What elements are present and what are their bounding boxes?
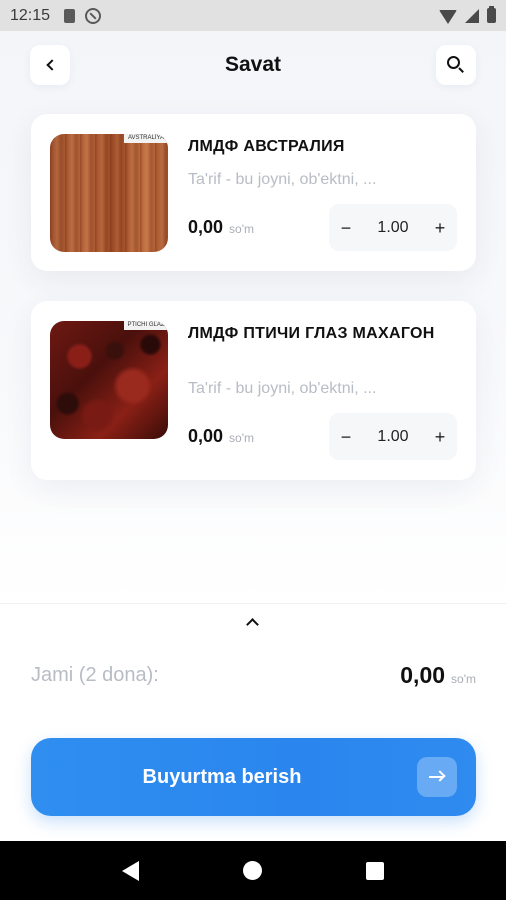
place-order-label: Buyurtma berish: [142, 765, 302, 788]
search-icon: [447, 56, 465, 74]
signal-icon: [465, 8, 479, 23]
price-row: 0,00 so'm: [188, 217, 254, 238]
total-label: Jami (2 dona):: [31, 664, 159, 686]
search-button[interactable]: [436, 45, 476, 85]
decrease-quantity-button[interactable]: −: [335, 426, 357, 448]
product-image[interactable]: AVSTRALIYA: [50, 134, 168, 252]
do-not-disturb-icon: [85, 7, 102, 24]
product-description: Ta'rif - bu joyni, ob'ektni, ...: [188, 380, 377, 397]
system-navigation-bar: [0, 841, 506, 900]
status-time: 12:15: [10, 6, 51, 24]
cart-content: Savat AVSTRALIYA ЛМДФ АВСТРАЛИЯ Ta'rif -…: [0, 31, 506, 603]
status-bar: 12:15: [0, 0, 506, 31]
back-triangle-icon[interactable]: [122, 860, 139, 881]
page-title: Savat: [224, 53, 282, 76]
increase-quantity-button[interactable]: +: [429, 217, 451, 239]
price-row: 0,00 so'm: [188, 426, 254, 447]
home-circle-icon[interactable]: [243, 861, 262, 880]
decrease-quantity-button[interactable]: −: [335, 217, 357, 239]
quantity-value[interactable]: 1.00: [377, 219, 408, 237]
arrow-right-icon: [417, 757, 457, 797]
price-currency: so'm: [229, 222, 255, 236]
total-amount-row: 0,00 so'm: [400, 662, 476, 689]
order-summary-sheet: Jami (2 dona): 0,00 so'm Buyurtma berish: [0, 603, 506, 841]
product-image-label: PTICHI GLAZ: [124, 321, 168, 330]
status-indicators: [439, 6, 496, 24]
chevron-up-icon[interactable]: [246, 618, 259, 631]
product-description: Ta'rif - bu joyni, ob'ektni, ...: [188, 171, 377, 188]
place-order-button[interactable]: Buyurtma berish: [31, 738, 476, 816]
battery-icon: [487, 6, 496, 23]
quantity-stepper: − 1.00 +: [329, 413, 457, 460]
quantity-stepper: − 1.00 +: [329, 204, 457, 251]
product-name[interactable]: ЛМДФ АВСТРАЛИЯ: [188, 135, 458, 158]
quantity-value[interactable]: 1.00: [377, 428, 408, 446]
total-amount: 0,00: [400, 662, 446, 688]
wifi-icon: [439, 9, 457, 24]
product-name[interactable]: ЛМДФ ПТИЧИ ГЛАЗ МАХАГОН: [188, 322, 458, 345]
product-price: 0,00: [188, 217, 224, 237]
product-price: 0,00: [188, 426, 224, 446]
increase-quantity-button[interactable]: +: [429, 426, 451, 448]
product-image[interactable]: PTICHI GLAZ: [50, 321, 168, 439]
cart-item[interactable]: AVSTRALIYA ЛМДФ АВСТРАЛИЯ Ta'rif - bu jo…: [31, 114, 476, 271]
price-currency: so'm: [229, 431, 255, 445]
product-image-label: AVSTRALIYA: [124, 134, 168, 143]
cart-item[interactable]: PTICHI GLAZ ЛМДФ ПТИЧИ ГЛАЗ МАХАГОН Ta'r…: [31, 301, 476, 480]
recents-square-icon[interactable]: [366, 861, 384, 880]
total-currency: so'm: [451, 672, 476, 686]
sim-card-icon: [64, 8, 76, 23]
